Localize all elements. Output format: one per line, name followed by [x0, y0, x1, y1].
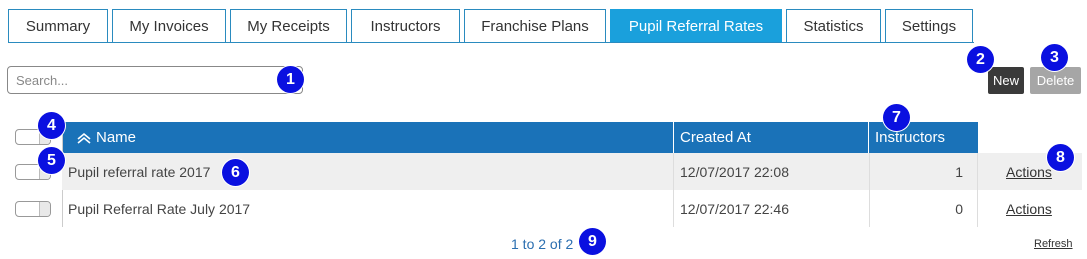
column-header-name[interactable]: Name — [62, 122, 673, 153]
search-input[interactable] — [7, 66, 303, 94]
tab-my-receipts[interactable]: My Receipts — [230, 9, 347, 43]
annotation-badge-4: 4 — [38, 112, 65, 139]
tab-pupil-referral-rates[interactable]: Pupil Referral Rates — [610, 9, 782, 43]
tab-franchise-plans[interactable]: Franchise Plans — [464, 9, 606, 43]
actions-link[interactable]: Actions — [1006, 190, 1066, 227]
annotation-badge-1: 1 — [277, 66, 304, 93]
delete-button[interactable]: Delete — [1030, 67, 1081, 94]
table-row: Pupil referral rate 2017 12/07/2017 22:0… — [0, 153, 1087, 190]
column-header-created-at[interactable]: Created At — [673, 122, 868, 153]
cell-instructors: 0 — [869, 190, 978, 227]
annotation-badge-8: 8 — [1047, 144, 1074, 171]
column-header-instructors[interactable]: Instructors — [868, 122, 978, 153]
column-header-name-label: Name — [96, 129, 137, 146]
tab-underline — [8, 42, 974, 43]
tab-bar: Summary My Invoices My Receipts Instruct… — [8, 9, 977, 43]
tab-settings[interactable]: Settings — [885, 9, 973, 43]
annotation-badge-3: 3 — [1041, 44, 1068, 71]
cell-instructors: 1 — [869, 153, 978, 190]
table-row: Pupil Referral Rate July 2017 12/07/2017… — [0, 190, 1087, 227]
tab-summary[interactable]: Summary — [8, 9, 108, 43]
refresh-link[interactable]: Refresh — [1034, 238, 1073, 250]
sort-ascending-icon — [76, 132, 92, 144]
cell-name: Pupil Referral Rate July 2017 — [68, 200, 251, 217]
pagination-text: 1 to 2 of 2 — [511, 236, 574, 252]
new-button[interactable]: New — [988, 67, 1024, 94]
annotation-badge-5: 5 — [38, 147, 65, 174]
cell-created-at: 12/07/2017 22:08 — [673, 153, 869, 190]
annotation-badge-6: 6 — [222, 159, 249, 186]
annotation-badge-7: 7 — [883, 104, 910, 131]
tab-my-invoices[interactable]: My Invoices — [112, 9, 226, 43]
tab-statistics[interactable]: Statistics — [786, 9, 881, 43]
annotation-badge-2: 2 — [967, 46, 994, 73]
tab-instructors[interactable]: Instructors — [351, 9, 460, 43]
row-checkbox[interactable] — [15, 201, 51, 217]
cell-name: Pupil referral rate 2017 — [68, 163, 211, 180]
cell-created-at: 12/07/2017 22:46 — [673, 190, 869, 227]
table-header: Name Created At Instructors — [62, 122, 978, 153]
annotation-badge-9: 9 — [579, 228, 606, 255]
